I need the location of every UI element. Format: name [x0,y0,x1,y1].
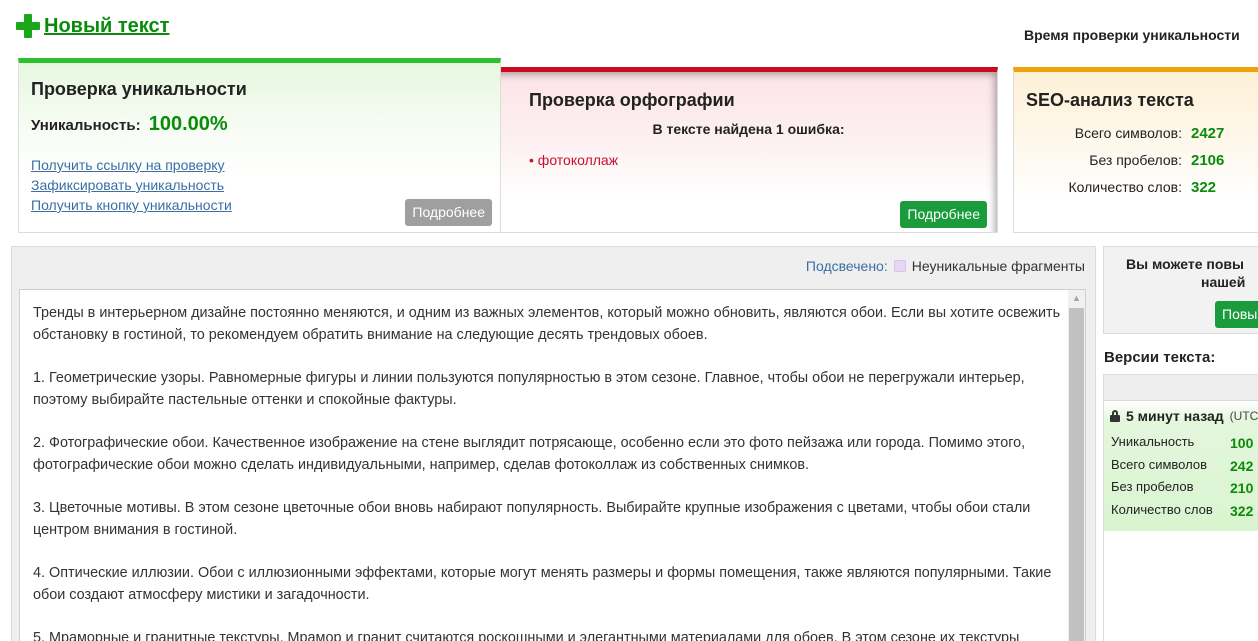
highlight-legend: Подсвечено: Неуникальные фрагменты [806,258,1085,274]
version-stats: Уникальность 100 Всего символов 242 Без … [1104,431,1258,521]
get-check-link[interactable]: Получить ссылку на проверку [31,157,232,173]
version-item[interactable]: 5 минут назад (UTC Уникальность 100 Всег… [1104,401,1258,531]
spelling-card-title: Проверка орфографии [529,90,735,110]
text-paragraph: 5. Мраморные и гранитные текстуры. Мрамо… [33,630,1020,641]
promo-button[interactable]: Повы [1215,301,1258,328]
fix-uniqueness-link[interactable]: Зафиксировать уникальность [31,177,232,193]
plus-icon [16,14,40,38]
seo-card-title: SEO-анализ текста [1026,90,1194,110]
versions-title: Версии текста: [1104,349,1216,366]
lock-icon [1110,410,1120,422]
version-time-text: 5 минут назад [1126,408,1224,424]
uniqueness-line: Уникальность: 100.00% [31,113,228,136]
uniqueness-card-title: Проверка уникальности [31,79,247,99]
version-row-value: 100 [1230,435,1254,451]
version-row-value: 242 [1230,457,1254,474]
versions-panel: 5 минут назад (UTC Уникальность 100 Всег… [1103,374,1258,641]
version-row: Уникальность 100 [1104,431,1258,454]
seo-row-label: Без пробелов: [1089,152,1182,168]
versions-header [1104,375,1258,401]
spelling-card: Проверка орфографии В тексте найдена 1 о… [499,67,998,233]
editor-panel: Подсвечено: Неуникальные фрагменты Тренд… [11,246,1096,641]
seo-row-value: 2106 [1191,152,1225,169]
text-paragraph: 1. Геометрические узоры. Равномерные фиг… [33,370,1025,408]
version-row-label: Уникальность [1111,434,1195,449]
new-text-label: Новый текст [44,14,170,37]
check-time-label: Время проверки уникальности [1024,27,1240,43]
text-paragraph: 3. Цветочные мотивы. В этом сезоне цвето… [33,500,1031,538]
version-row: Без пробелов 210 [1104,476,1258,499]
version-row-value: 322 [1230,502,1254,519]
promo-text: Вы можете повы нашей [1126,255,1245,291]
version-row-value: 210 [1230,480,1254,496]
uniqueness-card: Проверка уникальности Уникальность: 100.… [18,58,501,233]
spelling-found-text: В тексте найдена 1 ошибка: [652,121,845,137]
text-paragraph: 2. Фотографические обои. Качественное из… [33,435,1026,473]
spelling-error-item[interactable]: • фотоколлаж [529,152,618,168]
text-content[interactable]: Тренды в интерьерном дизайне постоянно м… [33,302,1063,641]
highlight-swatch [893,260,906,272]
spelling-error-word: фотоколлаж [537,152,619,168]
version-row-label: Количество слов [1111,501,1213,517]
promo-box: Вы можете повы нашей Повы [1103,246,1258,334]
uniqueness-value: 100.00% [148,113,228,135]
seo-card: SEO-анализ текста Всего символов: 2427 Б… [1013,67,1258,233]
editor-scrollbar[interactable]: ▲ [1068,290,1085,641]
text-editor[interactable]: Тренды в интерьерном дизайне постоянно м… [19,289,1086,641]
uniqueness-links: Получить ссылку на проверку Зафиксироват… [31,157,232,213]
spelling-more-button[interactable]: Подробнее [900,201,987,228]
seo-row-value: 2427 [1191,125,1225,142]
seo-row-value: 322 [1191,179,1217,196]
text-paragraph: Тренды в интерьерном дизайне постоянно м… [33,305,1061,343]
version-row-label: Всего символов [1111,456,1207,472]
promo-line-2: нашей [1201,274,1246,290]
get-uniqueness-button-link[interactable]: Получить кнопку уникальности [31,197,232,213]
version-time: 5 минут назад (UTC [1110,408,1258,424]
scroll-up-arrow-icon[interactable]: ▲ [1068,290,1085,307]
highlight-label: Подсвечено: [805,258,888,274]
new-text-link[interactable]: Новый текст [16,14,169,38]
version-timezone: (UTC [1229,409,1258,423]
version-row: Всего символов 242 [1104,454,1258,477]
version-row: Количество слов 322 [1104,499,1258,522]
promo-line-1: Вы можете повы [1126,256,1244,272]
uniqueness-label: Уникальность: [31,117,141,134]
uniqueness-more-button[interactable]: Подробнее [405,199,492,226]
highlight-legend-text: Неуникальные фрагменты [911,258,1085,274]
scroll-thumb[interactable] [1069,308,1084,641]
text-paragraph: 4. Оптические иллюзии. Обои с иллюзионны… [33,565,1052,603]
seo-row-label: Количество слов: [1068,179,1182,195]
seo-row-label: Всего символов: [1074,125,1182,141]
version-row-label: Без пробелов [1111,479,1194,494]
